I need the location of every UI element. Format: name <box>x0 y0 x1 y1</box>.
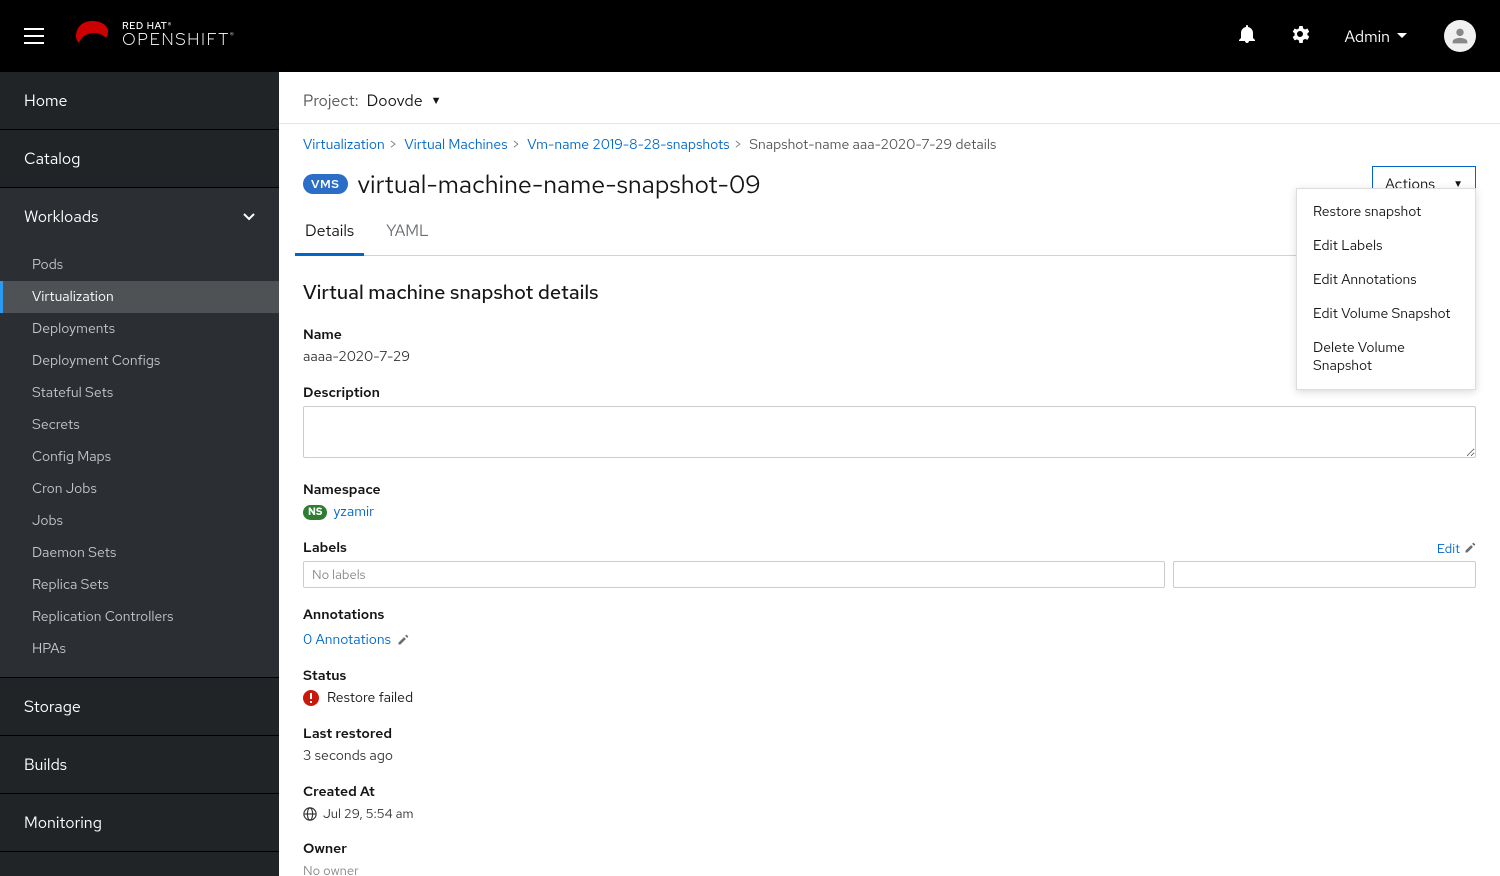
annotations-label: Annotations <box>303 606 1476 624</box>
project-value: Doovde <box>367 90 423 111</box>
actions-dropdown: Restore snapshot Edit Labels Edit Annota… <box>1296 188 1476 390</box>
last-restored-value: 3 seconds ago <box>303 747 1476 765</box>
gear-icon[interactable] <box>1291 25 1309 48</box>
breadcrumb-vm-snapshots[interactable]: Vm-name 2019-8-28-snapshots <box>527 136 729 154</box>
caret-down-icon: ▼ <box>431 94 442 108</box>
bell-icon[interactable] <box>1239 25 1255 48</box>
page-title: virtual-machine-name-snapshot-09 <box>358 168 761 201</box>
last-restored-label: Last restored <box>303 725 1476 743</box>
user-menu[interactable]: Admin <box>1345 26 1408 47</box>
annotations-value: 0 Annotations <box>303 631 391 649</box>
project-selector[interactable]: Project: Doovde ▼ <box>279 72 1500 123</box>
breadcrumb-virtualization[interactable]: Virtualization <box>303 136 385 154</box>
action-restore-snapshot[interactable]: Restore snapshot <box>1297 195 1475 229</box>
created-at-value: Jul 29, 5:54 am <box>323 805 413 822</box>
chevron-down-icon <box>1396 30 1408 42</box>
sidebar-item-builds[interactable]: Builds <box>0 736 279 793</box>
sidebar-item-virtualization[interactable]: Virtualization <box>0 281 279 313</box>
sidebar-item-statefulsets[interactable]: Stateful Sets <box>0 377 279 409</box>
sidebar-item-replication-controllers[interactable]: Replication Controllers <box>0 601 279 633</box>
sidebar-item-hpas[interactable]: HPAs <box>0 633 279 665</box>
sidebar-item-pods[interactable]: Pods <box>0 249 279 281</box>
sidebar: Home Catalog Workloads Pods Virtualizati… <box>0 72 279 876</box>
sidebar-item-storage[interactable]: Storage <box>0 678 279 735</box>
sidebar-item-deployment-configs[interactable]: Deployment Configs <box>0 345 279 377</box>
annotations-link[interactable]: 0 Annotations <box>303 631 409 649</box>
labels-extra-box[interactable] <box>1173 561 1476 588</box>
top-bar: RED HAT® OPENSHIFT® Admin <box>0 0 1500 72</box>
sidebar-item-configmaps[interactable]: Config Maps <box>0 441 279 473</box>
labels-label: Labels <box>303 539 347 557</box>
sidebar-item-jobs[interactable]: Jobs <box>0 505 279 537</box>
action-edit-labels[interactable]: Edit Labels <box>1297 229 1475 263</box>
globe-icon <box>303 807 317 821</box>
action-delete-volume-snapshot[interactable]: Delete Volume Snapshot <box>1297 331 1475 383</box>
workloads-label: Workloads <box>24 206 98 227</box>
topbar-right: Admin <box>1239 20 1476 52</box>
status-value: Restore failed <box>327 689 413 707</box>
sidebar-item-home[interactable]: Home <box>0 72 279 129</box>
pencil-icon <box>1464 542 1476 554</box>
namespace-label: Namespace <box>303 481 1476 499</box>
sidebar-item-deployments[interactable]: Deployments <box>0 313 279 345</box>
brand-text: RED HAT® OPENSHIFT® <box>122 22 235 50</box>
sidebar-item-workloads[interactable]: Workloads <box>0 188 279 245</box>
redhat-icon <box>72 16 112 56</box>
project-label: Project: <box>303 90 359 111</box>
brand-logo: RED HAT® OPENSHIFT® <box>72 16 235 56</box>
namespace-link[interactable]: yzamir <box>333 503 374 521</box>
brand-bottom: OPENSHIFT <box>122 29 230 51</box>
action-edit-annotations[interactable]: Edit Annotations <box>1297 263 1475 297</box>
pencil-icon <box>397 634 409 646</box>
avatar[interactable] <box>1444 20 1476 52</box>
labels-input[interactable]: No labels <box>303 561 1165 588</box>
tab-details[interactable]: Details <box>303 214 356 255</box>
error-icon <box>303 690 319 706</box>
owner-value: No owner <box>303 862 1476 876</box>
labels-edit-link[interactable]: Edit <box>1437 540 1476 557</box>
owner-label: Owner <box>303 840 1476 858</box>
hamburger-icon[interactable] <box>24 28 44 44</box>
description-input[interactable] <box>303 406 1476 458</box>
workloads-submenu: Pods Virtualization Deployments Deployme… <box>0 245 279 677</box>
sidebar-item-secrets[interactable]: Secrets <box>0 409 279 441</box>
resource-badge: VMS <box>303 174 348 194</box>
status-label: Status <box>303 667 1476 685</box>
content-area: Project: Doovde ▼ Virtualization> Virtua… <box>279 72 1500 876</box>
admin-label: Admin <box>1345 26 1390 47</box>
sidebar-item-monitoring[interactable]: Monitoring <box>0 794 279 851</box>
sidebar-item-replicasets[interactable]: Replica Sets <box>0 569 279 601</box>
sidebar-item-daemonsets[interactable]: Daemon Sets <box>0 537 279 569</box>
namespace-badge: NS <box>303 505 327 520</box>
sidebar-item-cronjobs[interactable]: Cron Jobs <box>0 473 279 505</box>
created-at-label: Created At <box>303 783 1476 801</box>
action-edit-volume-snapshot[interactable]: Edit Volume Snapshot <box>1297 297 1475 331</box>
tab-yaml[interactable]: YAML <box>384 214 431 255</box>
breadcrumb-current: Snapshot-name aaa-2020-7-29 details <box>749 136 996 154</box>
topbar-left: RED HAT® OPENSHIFT® <box>24 16 235 56</box>
breadcrumb: Virtualization> Virtual Machines> Vm-nam… <box>303 136 1476 154</box>
edit-label: Edit <box>1437 540 1460 557</box>
chevron-down-icon <box>243 211 255 223</box>
breadcrumb-vms[interactable]: Virtual Machines <box>404 136 507 154</box>
sidebar-item-catalog[interactable]: Catalog <box>0 130 279 187</box>
